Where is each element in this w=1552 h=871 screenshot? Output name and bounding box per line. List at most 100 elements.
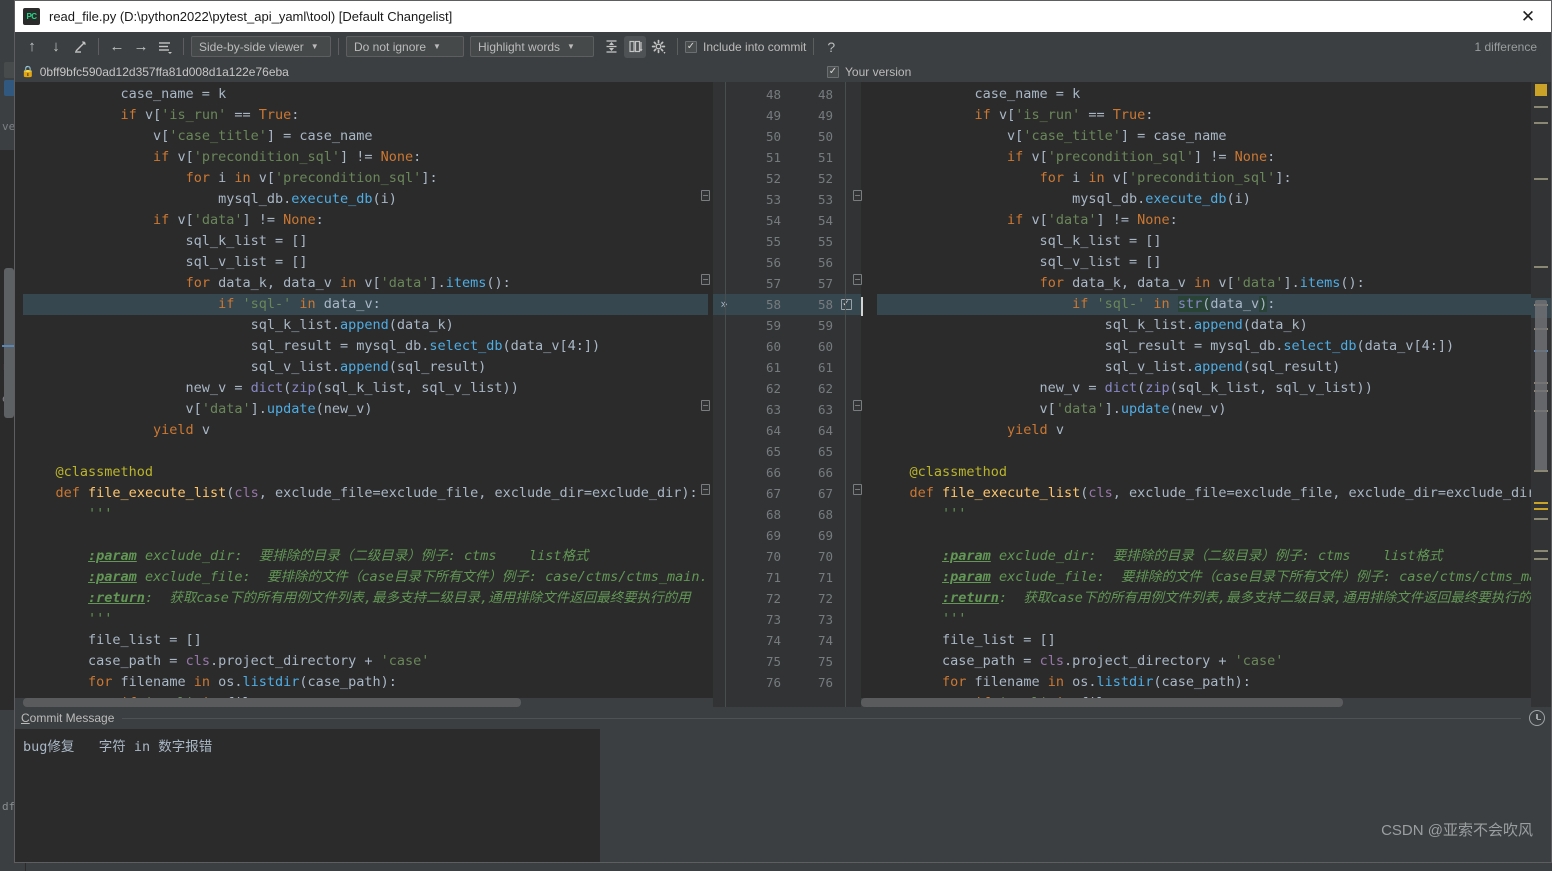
commit-message-input[interactable]: bug修复 字符 in 数字报错: [15, 729, 600, 862]
code-line: file_list = []: [877, 632, 1056, 648]
viewer-mode-select[interactable]: Side-by-side viewer ▼: [191, 36, 331, 57]
gutter-row: 57 57: [765, 276, 833, 291]
code-line: sql_k_list = []: [877, 233, 1162, 249]
include-into-commit-checkbox[interactable]: ✓ Include into commit: [685, 40, 806, 54]
left-revision-header[interactable]: 🔒 0bff9bfc590ad12d357ffa81d008d1a122e76e…: [15, 65, 727, 79]
code-line: if v['is_run' == True:: [120, 107, 300, 123]
left-hscroll-thumb[interactable]: [23, 698, 521, 707]
commit-message-title: Commit Message: [21, 711, 115, 725]
code-line: case_name = k: [877, 86, 1081, 102]
right-horizontal-scrollbar[interactable]: [861, 698, 1531, 707]
diff-toolbar: ↑ ↓ ← → Side-by-side viewer ▼ Do not ign…: [15, 32, 1551, 61]
pycharm-logo-text: PC: [26, 11, 37, 21]
code-line: case_path = cls.project_directory + 'cas…: [23, 653, 430, 669]
previous-difference-icon[interactable]: ↑: [21, 36, 43, 58]
error-stripe-scrollbar[interactable]: [1531, 82, 1551, 707]
commit-message-body: bug修复 字符 in 数字报错 CSDN @亚索不会吹风: [15, 729, 1551, 862]
stripe-warning-marker[interactable]: [1535, 84, 1547, 96]
commit-message-filler: CSDN @亚索不会吹风: [600, 729, 1551, 862]
code-line-diff: if 'sql-' in str(data_v):: [877, 294, 1531, 315]
gutter-row-diff: » 58 58 ✓: [713, 294, 861, 315]
gutter-line-numbers: 48 48 49 49 50 50 51 51 52 52 53 53 54 54 55 55 …: [713, 82, 861, 693]
stripe-tick: [1534, 122, 1548, 124]
left-diff-pane[interactable]: case_name = k if v['is_run' == True: v['…: [15, 82, 713, 707]
fold-marker-icon[interactable]: −: [701, 484, 710, 495]
stripe-tick: [1534, 178, 1548, 180]
code-line: sql_k_list.append(data_k): [877, 317, 1308, 333]
chevron-down-icon: ▼: [567, 42, 575, 51]
gutter-row: 54 54: [765, 213, 833, 228]
code-line: sql_v_list = []: [877, 254, 1162, 270]
code-line: if v['is_run' == True:: [974, 107, 1154, 123]
fold-marker-icon[interactable]: −: [853, 400, 862, 411]
code-line: if v['data'] != None:: [1007, 212, 1178, 228]
gutter-row: 69 69: [765, 528, 833, 543]
stripe-tick: [1534, 470, 1548, 472]
diff-include-checkbox[interactable]: ✓: [839, 299, 853, 310]
gutter-row: 50 50: [765, 129, 833, 144]
code-line-diff: if 'sql-' in data_v:: [23, 294, 708, 315]
gutter-row: 71 71: [765, 570, 833, 585]
lines-menu-icon[interactable]: [154, 36, 176, 58]
left-horizontal-scrollbar[interactable]: [15, 698, 713, 707]
code-line: for data_k, data_v in v['data'].items():: [1039, 275, 1365, 291]
code-line: file_list = []: [23, 632, 202, 648]
go-forward-icon[interactable]: →: [130, 36, 152, 58]
gutter-row: 76 76: [765, 675, 833, 690]
next-difference-icon[interactable]: ↓: [45, 36, 67, 58]
close-icon[interactable]: ✕: [1511, 2, 1545, 31]
header-divider-rule: [122, 717, 1521, 719]
fold-marker-icon[interactable]: −: [701, 400, 710, 411]
code-line: def file_execute_list(cls, exclude_file=…: [55, 485, 698, 501]
fold-marker-icon[interactable]: −: [853, 274, 862, 285]
code-line: sql_k_list = []: [23, 233, 308, 249]
gutter-row: 70 70: [765, 549, 833, 564]
left-revision-hash: 0bff9bfc590ad12d357ffa81d008d1a122e76eba: [39, 64, 289, 79]
code-line: new_v = dict(zip(sql_k_list, sql_v_list)…: [877, 380, 1373, 396]
gutter-row: 74 74: [765, 633, 833, 648]
gutter-row: 75 75: [765, 654, 833, 669]
highlight-mode-select[interactable]: Highlight words ▼: [470, 36, 594, 57]
toolbar-separator: [98, 38, 99, 55]
fold-marker-icon[interactable]: −: [701, 274, 710, 285]
dialog-title-bar: PC read_file.py (D:\python2022\pytest_ap…: [15, 1, 1551, 32]
code-line: yield v: [1007, 422, 1064, 438]
gutter-row: 66 66: [765, 465, 833, 480]
code-line: if v['data'] != None:: [153, 212, 324, 228]
gear-icon[interactable]: [648, 36, 670, 58]
help-icon[interactable]: ?: [821, 39, 841, 55]
commit-message-panel: Commit Message bug修复 字符 in 数字报错 CSDN @亚索…: [15, 707, 1551, 862]
diff-content-area: case_name = k if v['is_run' == True: v['…: [15, 82, 1551, 707]
right-diff-pane[interactable]: case_name = k if v['is_run' == True: v['…: [861, 82, 1531, 707]
stripe-tick-warning: [1534, 508, 1548, 510]
right-version-header[interactable]: ✓ Your version: [727, 65, 911, 79]
code-line: :param exclude_file: 要排除的文件（case目录下所有文件）…: [88, 569, 708, 585]
apply-edit-icon[interactable]: [69, 36, 91, 58]
include-into-commit-label: Include into commit: [703, 39, 807, 54]
stripe-tick: [1534, 106, 1548, 108]
fold-marker-icon[interactable]: −: [701, 190, 710, 201]
code-line: for data_k, data_v in v['data'].items():: [185, 275, 511, 291]
bg-scroll-thumb[interactable]: [4, 268, 14, 418]
go-back-icon[interactable]: ←: [106, 36, 128, 58]
diff-arrow-icon[interactable]: »: [713, 294, 735, 315]
right-hscroll-thumb[interactable]: [861, 698, 1343, 707]
stripe-scroll-thumb[interactable]: [1535, 300, 1547, 472]
collapse-unchanged-icon[interactable]: [600, 36, 622, 58]
your-version-label: Your version: [845, 64, 912, 79]
stripe-tick: [1534, 550, 1548, 552]
ignore-policy-select[interactable]: Do not ignore ▼: [346, 36, 464, 57]
code-line: new_v = dict(zip(sql_k_list, sql_v_list)…: [23, 380, 519, 396]
fold-marker-icon[interactable]: −: [853, 190, 862, 201]
stripe-tick: [1534, 266, 1548, 268]
fold-marker-icon[interactable]: −: [853, 484, 862, 495]
code-line: @classmethod: [55, 464, 154, 480]
diff-gutter: 48 48 49 49 50 50 51 51 52 52 53 53 54 54 55 55 …: [713, 82, 861, 707]
code-line: mysql_db.execute_db(i): [877, 191, 1251, 207]
clock-icon[interactable]: [1529, 710, 1545, 726]
gutter-row: 53 53: [765, 192, 833, 207]
difference-count-label: 1 difference: [1474, 39, 1538, 54]
sync-scroll-icon[interactable]: [624, 35, 646, 58]
